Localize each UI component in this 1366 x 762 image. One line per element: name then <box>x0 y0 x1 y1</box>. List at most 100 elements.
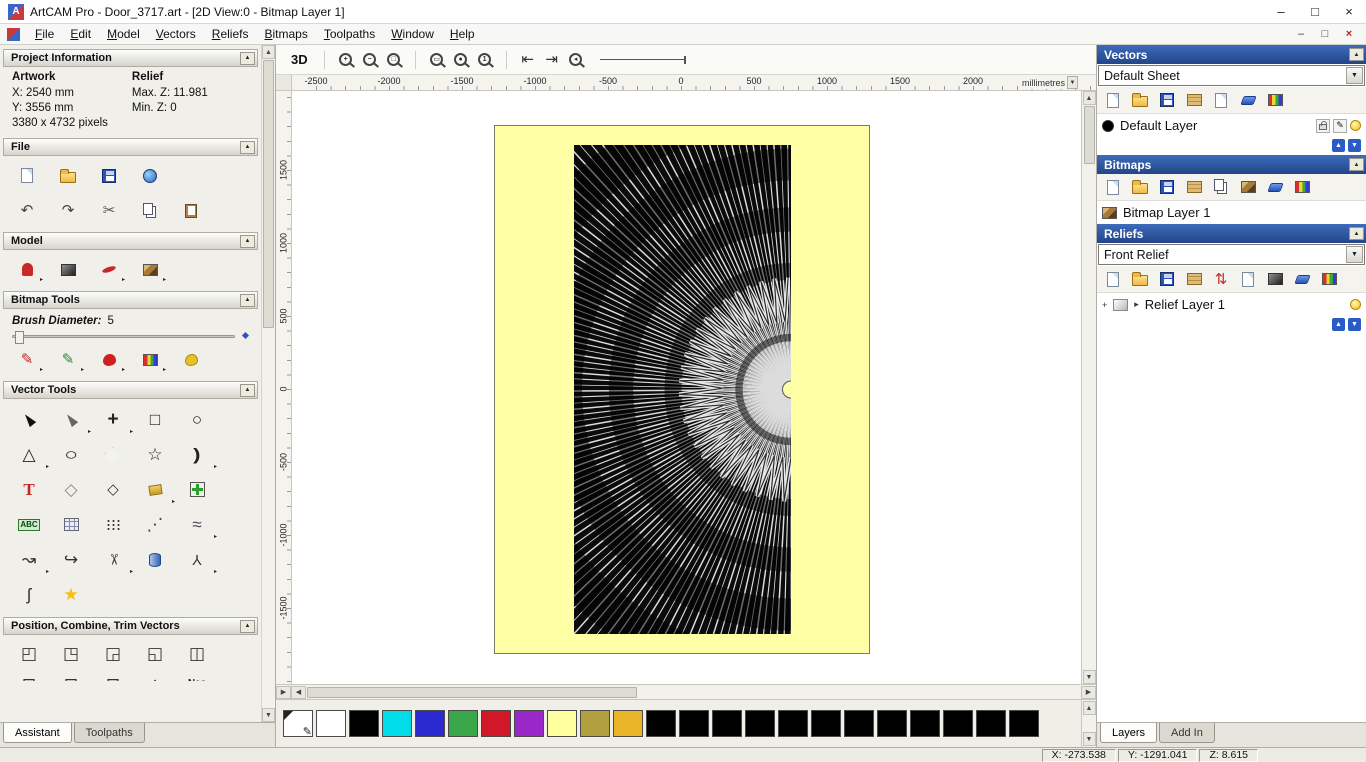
collapse-icon[interactable]: ▲ <box>1349 227 1364 240</box>
fit-curves-icon[interactable]: ≈ ▸ <box>176 507 218 542</box>
paste-along-curve-icon[interactable] <box>176 472 218 507</box>
set-model-size-icon[interactable]: ▸ <box>10 254 44 285</box>
save-bitmap-icon[interactable] <box>1156 177 1178 197</box>
section-profile-icon[interactable]: ʃ <box>8 577 50 612</box>
tab-assistant[interactable]: Assistant <box>3 723 72 743</box>
dropdown-icon[interactable]: ▼ <box>1346 67 1363 84</box>
artwork-sheet[interactable] <box>494 125 870 654</box>
scroll-track[interactable] <box>1082 105 1096 670</box>
colour-swatch[interactable] <box>547 710 577 737</box>
layer-colour-icon[interactable] <box>1102 119 1114 132</box>
measure-icon[interactable]: ▸ <box>134 472 176 507</box>
units-dropdown-icon[interactable]: ▼ <box>1067 76 1078 89</box>
create-shape-icon[interactable]: △ ▸ <box>8 437 50 472</box>
offset-vectors-icon[interactable]: ◇ <box>92 472 134 507</box>
scroll-thumb[interactable] <box>1083 106 1095 164</box>
text-frame-icon[interactable] <box>50 507 92 542</box>
delete-vector-layer-icon[interactable] <box>1237 90 1259 110</box>
edit-layer-icon[interactable]: ✎ <box>1333 118 1347 133</box>
layer-visibility-icon[interactable] <box>1350 299 1361 310</box>
select-vectors-icon[interactable] <box>8 402 50 437</box>
canvas-2d-view[interactable] <box>292 91 1081 684</box>
scroll-down-icon[interactable]: ▼ <box>262 708 275 722</box>
view-3d-button[interactable]: 3D <box>284 50 315 69</box>
redo-icon[interactable]: ↷ <box>51 195 85 226</box>
previous-bitmap-layer-icon[interactable]: ⇤ <box>516 48 540 72</box>
lock-layer-icon[interactable] <box>1316 118 1330 133</box>
fill-colour-icon[interactable] <box>174 344 208 375</box>
align-right-icon[interactable]: ◳ <box>50 638 92 668</box>
scroll-thumb[interactable] <box>263 60 274 328</box>
menu-edit[interactable]: Edit <box>62 25 99 43</box>
merge-bitmap-layers-icon[interactable] <box>1291 177 1313 197</box>
text-block-icon[interactable]: ABC <box>8 507 50 542</box>
menu-window[interactable]: Window <box>383 25 442 43</box>
extrude-vectors-icon[interactable] <box>134 542 176 577</box>
mdi-restore-button[interactable]: □ <box>1318 28 1332 40</box>
save-copy-icon[interactable] <box>133 160 167 191</box>
new-file-icon[interactable] <box>1102 90 1124 110</box>
move-layer-up-icon[interactable]: ▲ <box>1332 318 1345 331</box>
mdi-minimize-button[interactable]: – <box>1294 28 1308 40</box>
colour-swatch[interactable] <box>382 710 412 737</box>
chevron-right-icon[interactable]: ▸ <box>1134 299 1139 310</box>
move-layer-up-icon[interactable]: ▲ <box>1332 139 1345 152</box>
collapse-icon[interactable]: ▲ <box>240 293 255 307</box>
colour-swatch[interactable] <box>778 710 808 737</box>
dropdown-icon[interactable]: ▼ <box>1346 246 1363 263</box>
colour-swatch[interactable] <box>712 710 742 737</box>
align-left-icon[interactable]: ◰ <box>8 638 50 668</box>
scroll-right-icon[interactable]: ▶ <box>1081 685 1096 699</box>
open-bitmap-icon[interactable] <box>1129 177 1151 197</box>
new-relief-icon[interactable] <box>1102 269 1124 289</box>
scatter-copies-icon[interactable]: ∴ <box>134 669 176 682</box>
copy-icon[interactable] <box>133 195 167 226</box>
paste-icon[interactable] <box>174 195 208 226</box>
horizontal-scrollbar[interactable]: ▶ ◀ ▶ <box>276 684 1096 699</box>
slice-vectors-icon[interactable]: ✂ ▸ <box>92 542 134 577</box>
colour-swatch[interactable] <box>613 710 643 737</box>
zoom-previous-icon[interactable]: ◂ <box>564 48 588 72</box>
zoom-out-icon[interactable]: − <box>358 48 382 72</box>
node-editing-icon[interactable]: ▸ <box>50 402 92 437</box>
scroll-down-icon[interactable]: ▼ <box>1082 670 1096 684</box>
scroll-up-icon[interactable]: ▲ <box>1082 701 1096 715</box>
menu-file[interactable]: File <box>27 25 62 43</box>
contrast-slider[interactable] <box>599 56 686 64</box>
collapse-icon[interactable]: ▲ <box>1349 48 1364 61</box>
bisect-lines-icon[interactable]: Y ▸ <box>176 542 218 577</box>
mdi-close-button[interactable]: × <box>1342 28 1356 40</box>
new-vector-layer-icon[interactable] <box>1210 90 1232 110</box>
colour-swatch[interactable] <box>514 710 544 737</box>
freehand-polyline-icon[interactable]: ↝ ▸ <box>8 542 50 577</box>
open-file-icon[interactable] <box>1129 90 1151 110</box>
tab-layers[interactable]: Layers <box>1100 723 1158 743</box>
primary-colour-swatch[interactable]: ✎ <box>283 710 313 738</box>
expand-icon[interactable]: + <box>1102 300 1107 310</box>
new-bitmap-icon[interactable] <box>1102 177 1124 197</box>
vector-library-icon[interactable] <box>1183 90 1205 110</box>
collapse-icon[interactable]: ▲ <box>240 383 255 397</box>
delete-bitmap-layer-icon[interactable] <box>1264 177 1286 197</box>
bitmap-layer-row[interactable]: Bitmap Layer 1 <box>1097 201 1366 224</box>
colour-swatch[interactable] <box>745 710 775 737</box>
bitmap-to-vector-icon[interactable] <box>1237 177 1259 197</box>
create-arc-icon[interactable]: ) ▸ <box>176 437 218 472</box>
undo-icon[interactable]: ↶ <box>10 195 44 226</box>
minimize-button[interactable]: – <box>1264 0 1298 23</box>
scroll-track[interactable] <box>262 59 275 708</box>
join-vectors-icon[interactable]: ↪ <box>50 542 92 577</box>
open-relief-icon[interactable] <box>1129 269 1151 289</box>
vertical-scrollbar[interactable]: ▲ ▼ <box>1081 91 1096 684</box>
block-copy-icon[interactable] <box>92 507 134 542</box>
create-ellipse-icon[interactable]: ○ <box>50 437 92 472</box>
create-text-icon[interactable]: T <box>8 472 50 507</box>
scroll-up-icon[interactable]: ▲ <box>262 45 275 59</box>
move-layer-down-icon[interactable]: ▼ <box>1348 318 1361 331</box>
envelope-distort-icon[interactable]: ◇ <box>50 472 92 507</box>
menu-help[interactable]: Help <box>442 25 483 43</box>
colour-swatch[interactable] <box>976 710 1006 737</box>
maximize-button[interactable]: □ <box>1298 0 1332 23</box>
colour-swatch[interactable] <box>580 710 610 737</box>
delete-relief-layer-icon[interactable] <box>1291 269 1313 289</box>
